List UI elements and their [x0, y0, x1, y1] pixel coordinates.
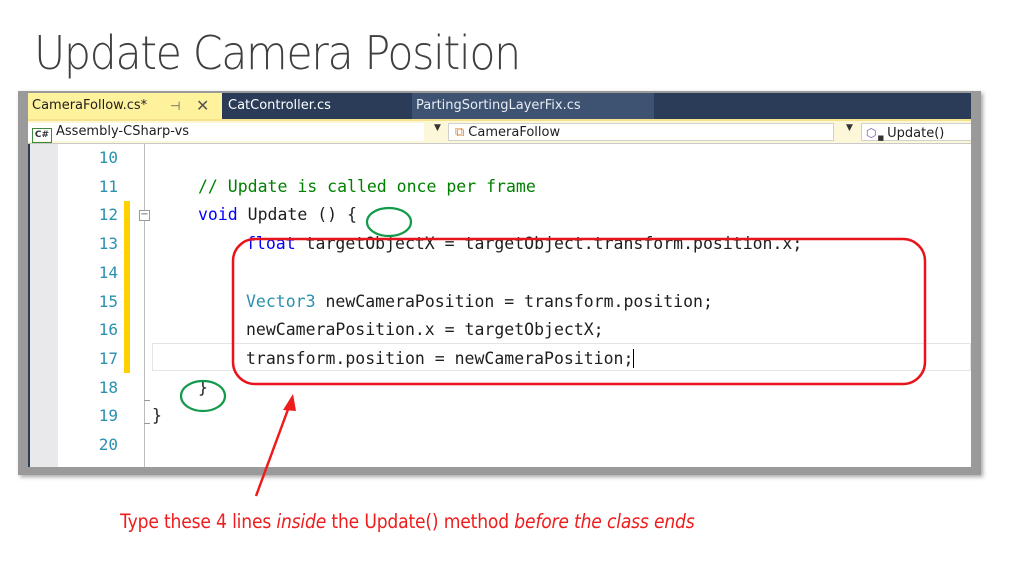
code-line: 10: [28, 144, 971, 173]
class-icon: ⧉: [455, 125, 465, 140]
code-rest: transform.position = newCameraPosition;: [246, 348, 634, 368]
code-line: 20: [28, 431, 971, 460]
document-tab-strip: CameraFollow.cs* ⊣ ✕ CatController.cs Pa…: [28, 93, 971, 121]
code-line: 15 Vector3 newCameraPosition = transform…: [28, 288, 971, 317]
code-line: 13 float targetObjectX = targetObject.tr…: [28, 230, 971, 259]
tab-label: PartingSortingLayerFix.cs: [416, 98, 581, 113]
pin-icon[interactable]: ⊣: [170, 93, 180, 119]
chevron-down-icon[interactable]: ▼: [846, 123, 853, 133]
tab-label: CatController.cs: [228, 98, 331, 113]
slide-title: Update Camera Position: [34, 26, 521, 80]
caption-text: the Update() method: [326, 510, 515, 533]
code-text: }: [152, 406, 162, 426]
code-line: 16 newCameraPosition.x = targetObjectX;: [28, 316, 971, 345]
caption-emphasis: inside: [276, 510, 327, 533]
code-line: 14: [28, 259, 971, 288]
line-number: 16: [98, 320, 118, 340]
code-comment: // Update is called once per frame: [198, 176, 536, 196]
code-text: newCameraPosition.x = targetObjectX;: [246, 320, 604, 340]
text-caret: [633, 348, 635, 368]
close-icon[interactable]: ✕: [196, 93, 209, 119]
visual-studio-screenshot: CameraFollow.cs* ⊣ ✕ CatController.cs Pa…: [18, 91, 981, 475]
line-number: 11: [98, 176, 118, 196]
code-text: transform.position = newCameraPosition;: [246, 345, 635, 373]
tab-camerafollow[interactable]: CameraFollow.cs* ⊣ ✕: [28, 93, 222, 119]
line-number: 17: [98, 348, 118, 368]
code-text: Vector3 newCameraPosition = transform.po…: [246, 288, 713, 316]
line-number: 12: [98, 205, 118, 225]
tab-label: CameraFollow.cs*: [32, 98, 148, 113]
code-text: float targetObjectX = targetObject.trans…: [246, 230, 802, 258]
code-text: }: [198, 377, 208, 397]
code-line: 19 }: [28, 402, 971, 431]
code-line: 12 void Update () {: [28, 201, 971, 230]
keyword: void: [198, 205, 238, 225]
tab-catcontroller[interactable]: CatController.cs: [224, 93, 408, 119]
member-label: Update(): [887, 126, 945, 141]
line-number: 18: [98, 377, 118, 397]
code-text: void Update () {: [198, 201, 357, 229]
chevron-down-icon[interactable]: ▼: [434, 123, 441, 133]
line-number: 19: [98, 406, 118, 426]
line-number: 10: [98, 148, 118, 167]
code-rest: Update () {: [237, 205, 357, 225]
class-dropdown[interactable]: ⧉ CameraFollow: [448, 123, 834, 141]
keyword: float: [246, 234, 296, 254]
tab-partingsortinglayerfix[interactable]: PartingSortingLayerFix.cs: [412, 93, 654, 119]
instruction-caption: Type these 4 lines inside the Update() m…: [120, 510, 695, 533]
code-rest: targetObjectX = targetObject.transform.p…: [295, 234, 803, 254]
member-dropdown[interactable]: ⬡■ Update(): [861, 123, 971, 142]
line-number: 15: [98, 291, 118, 311]
code-rest: newCameraPosition = transform.position;: [315, 291, 713, 311]
class-label: CameraFollow: [468, 125, 561, 140]
method-icon: ⬡: [866, 126, 877, 140]
line-number: 14: [98, 262, 118, 282]
code-line: 11 // Update is called once per frame: [28, 173, 971, 202]
code-line: 18 }: [28, 374, 971, 403]
caption-text: Type these 4 lines: [120, 510, 277, 533]
line-number: 13: [98, 234, 118, 254]
code-editor[interactable]: − 10 11 // Update is called once per fra…: [28, 144, 971, 467]
line-number: 20: [98, 435, 118, 454]
caption-emphasis: before the class ends: [514, 510, 695, 533]
project-label: Assembly-CSharp-vs: [56, 124, 190, 139]
navigation-bar: C# Assembly-CSharp-vs ▼ ⧉ CameraFollow ▼ ⬡…: [28, 121, 971, 144]
csharp-project-icon: C#: [32, 128, 52, 143]
code-line: 17 transform.position = newCameraPositio…: [28, 345, 971, 374]
type-name: Vector3: [246, 291, 316, 311]
project-dropdown[interactable]: C# Assembly-CSharp-vs: [28, 123, 424, 143]
